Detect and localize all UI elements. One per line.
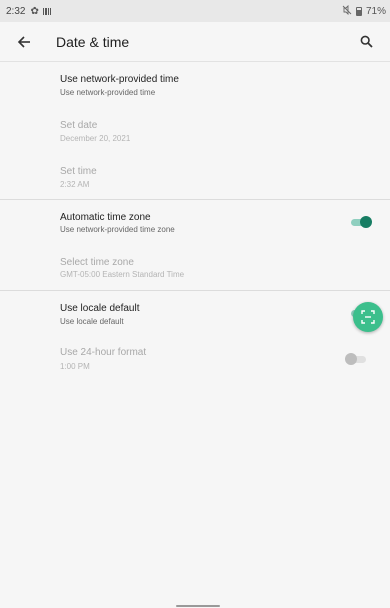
sim-icon: [42, 7, 52, 15]
status-right: 71%: [342, 4, 386, 17]
setting-summary: 2:32 AM: [60, 180, 90, 189]
gear-icon: ✿: [30, 5, 39, 17]
arrow-left-icon: [17, 35, 30, 48]
screenshot-scan-icon: [361, 310, 375, 324]
app-bar: Date & time: [0, 22, 390, 62]
setting-summary: Use locale default: [60, 317, 124, 326]
status-bar: 2:32 ✿ 71%: [0, 0, 390, 22]
status-time: 2:32: [6, 5, 26, 17]
screen: 2:32 ✿ 71% Date & time Use network-provi…: [0, 0, 390, 608]
setting-summary: GMT-05:00 Eastern Standard Time: [60, 270, 185, 279]
setting-summary: Use network-provided time: [60, 88, 156, 97]
toggle-thumb: [360, 216, 372, 228]
use-24-hour-format-toggle: [345, 353, 367, 365]
screenshot-fab[interactable]: [353, 302, 383, 332]
setting-use-24-hour-format: Use 24-hour format 1:00 PM: [0, 335, 390, 380]
setting-summary: Use network-provided time zone: [60, 225, 175, 234]
setting-title: Use 24-hour format: [60, 347, 147, 358]
search-icon: [360, 35, 373, 48]
search-button[interactable]: [348, 24, 384, 60]
setting-use-network-time[interactable]: Use network-provided time Use network-pr…: [0, 63, 390, 109]
setting-title: Set time: [60, 166, 97, 177]
page-title: Date & time: [56, 33, 130, 50]
setting-title: Use locale default: [60, 303, 140, 314]
automatic-time-zone-toggle[interactable]: [350, 216, 372, 228]
setting-summary: December 20, 2021: [60, 134, 131, 143]
setting-set-date: Set date December 20, 2021: [0, 109, 390, 155]
setting-set-time: Set time 2:32 AM: [0, 155, 390, 199]
battery-level: 71%: [365, 5, 386, 17]
battery-icon: [355, 6, 362, 16]
home-indicator[interactable]: [176, 605, 220, 607]
back-button[interactable]: [4, 22, 44, 62]
setting-summary: 1:00 PM: [60, 362, 90, 371]
setting-select-time-zone: Select time zone GMT-05:00 Eastern Stand…: [0, 245, 390, 290]
setting-title: Use network-provided time: [60, 74, 179, 85]
setting-title: Automatic time zone: [60, 212, 151, 223]
mute-icon: [342, 4, 352, 17]
setting-use-locale-default[interactable]: Use locale default Use locale default: [0, 291, 390, 335]
setting-title: Set date: [60, 120, 98, 131]
toggle-thumb: [345, 353, 357, 365]
setting-title: Select time zone: [60, 257, 134, 268]
setting-automatic-time-zone[interactable]: Automatic time zone Use network-provided…: [0, 200, 390, 245]
